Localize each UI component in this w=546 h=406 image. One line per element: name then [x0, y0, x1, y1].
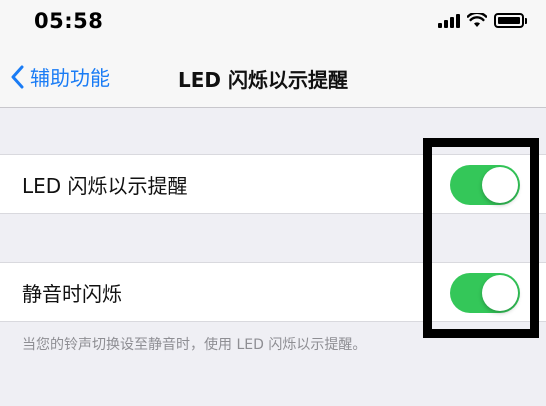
- battery-icon: [494, 12, 527, 28]
- footer-note: 当您的铃声切换设至静音时，使用 LED 闪烁以示提醒。: [22, 337, 367, 353]
- status-time: 05:58: [34, 9, 104, 33]
- navigation-bar: 辅助功能 LED 闪烁以示提醒: [0, 46, 546, 108]
- wifi-icon: [467, 12, 487, 27]
- highlight-box: [423, 138, 539, 338]
- status-icons: [438, 12, 527, 28]
- back-button[interactable]: 辅助功能: [10, 62, 110, 91]
- page-title: LED 闪烁以示提醒: [178, 68, 348, 92]
- setting-label: 静音时闪烁: [22, 282, 122, 306]
- status-bar: 05:58: [0, 0, 546, 46]
- signal-icon: [438, 12, 460, 28]
- back-button-label: 辅助功能: [30, 66, 110, 90]
- chevron-left-icon: [11, 65, 24, 88]
- setting-label: LED 闪烁以示提醒: [22, 174, 188, 198]
